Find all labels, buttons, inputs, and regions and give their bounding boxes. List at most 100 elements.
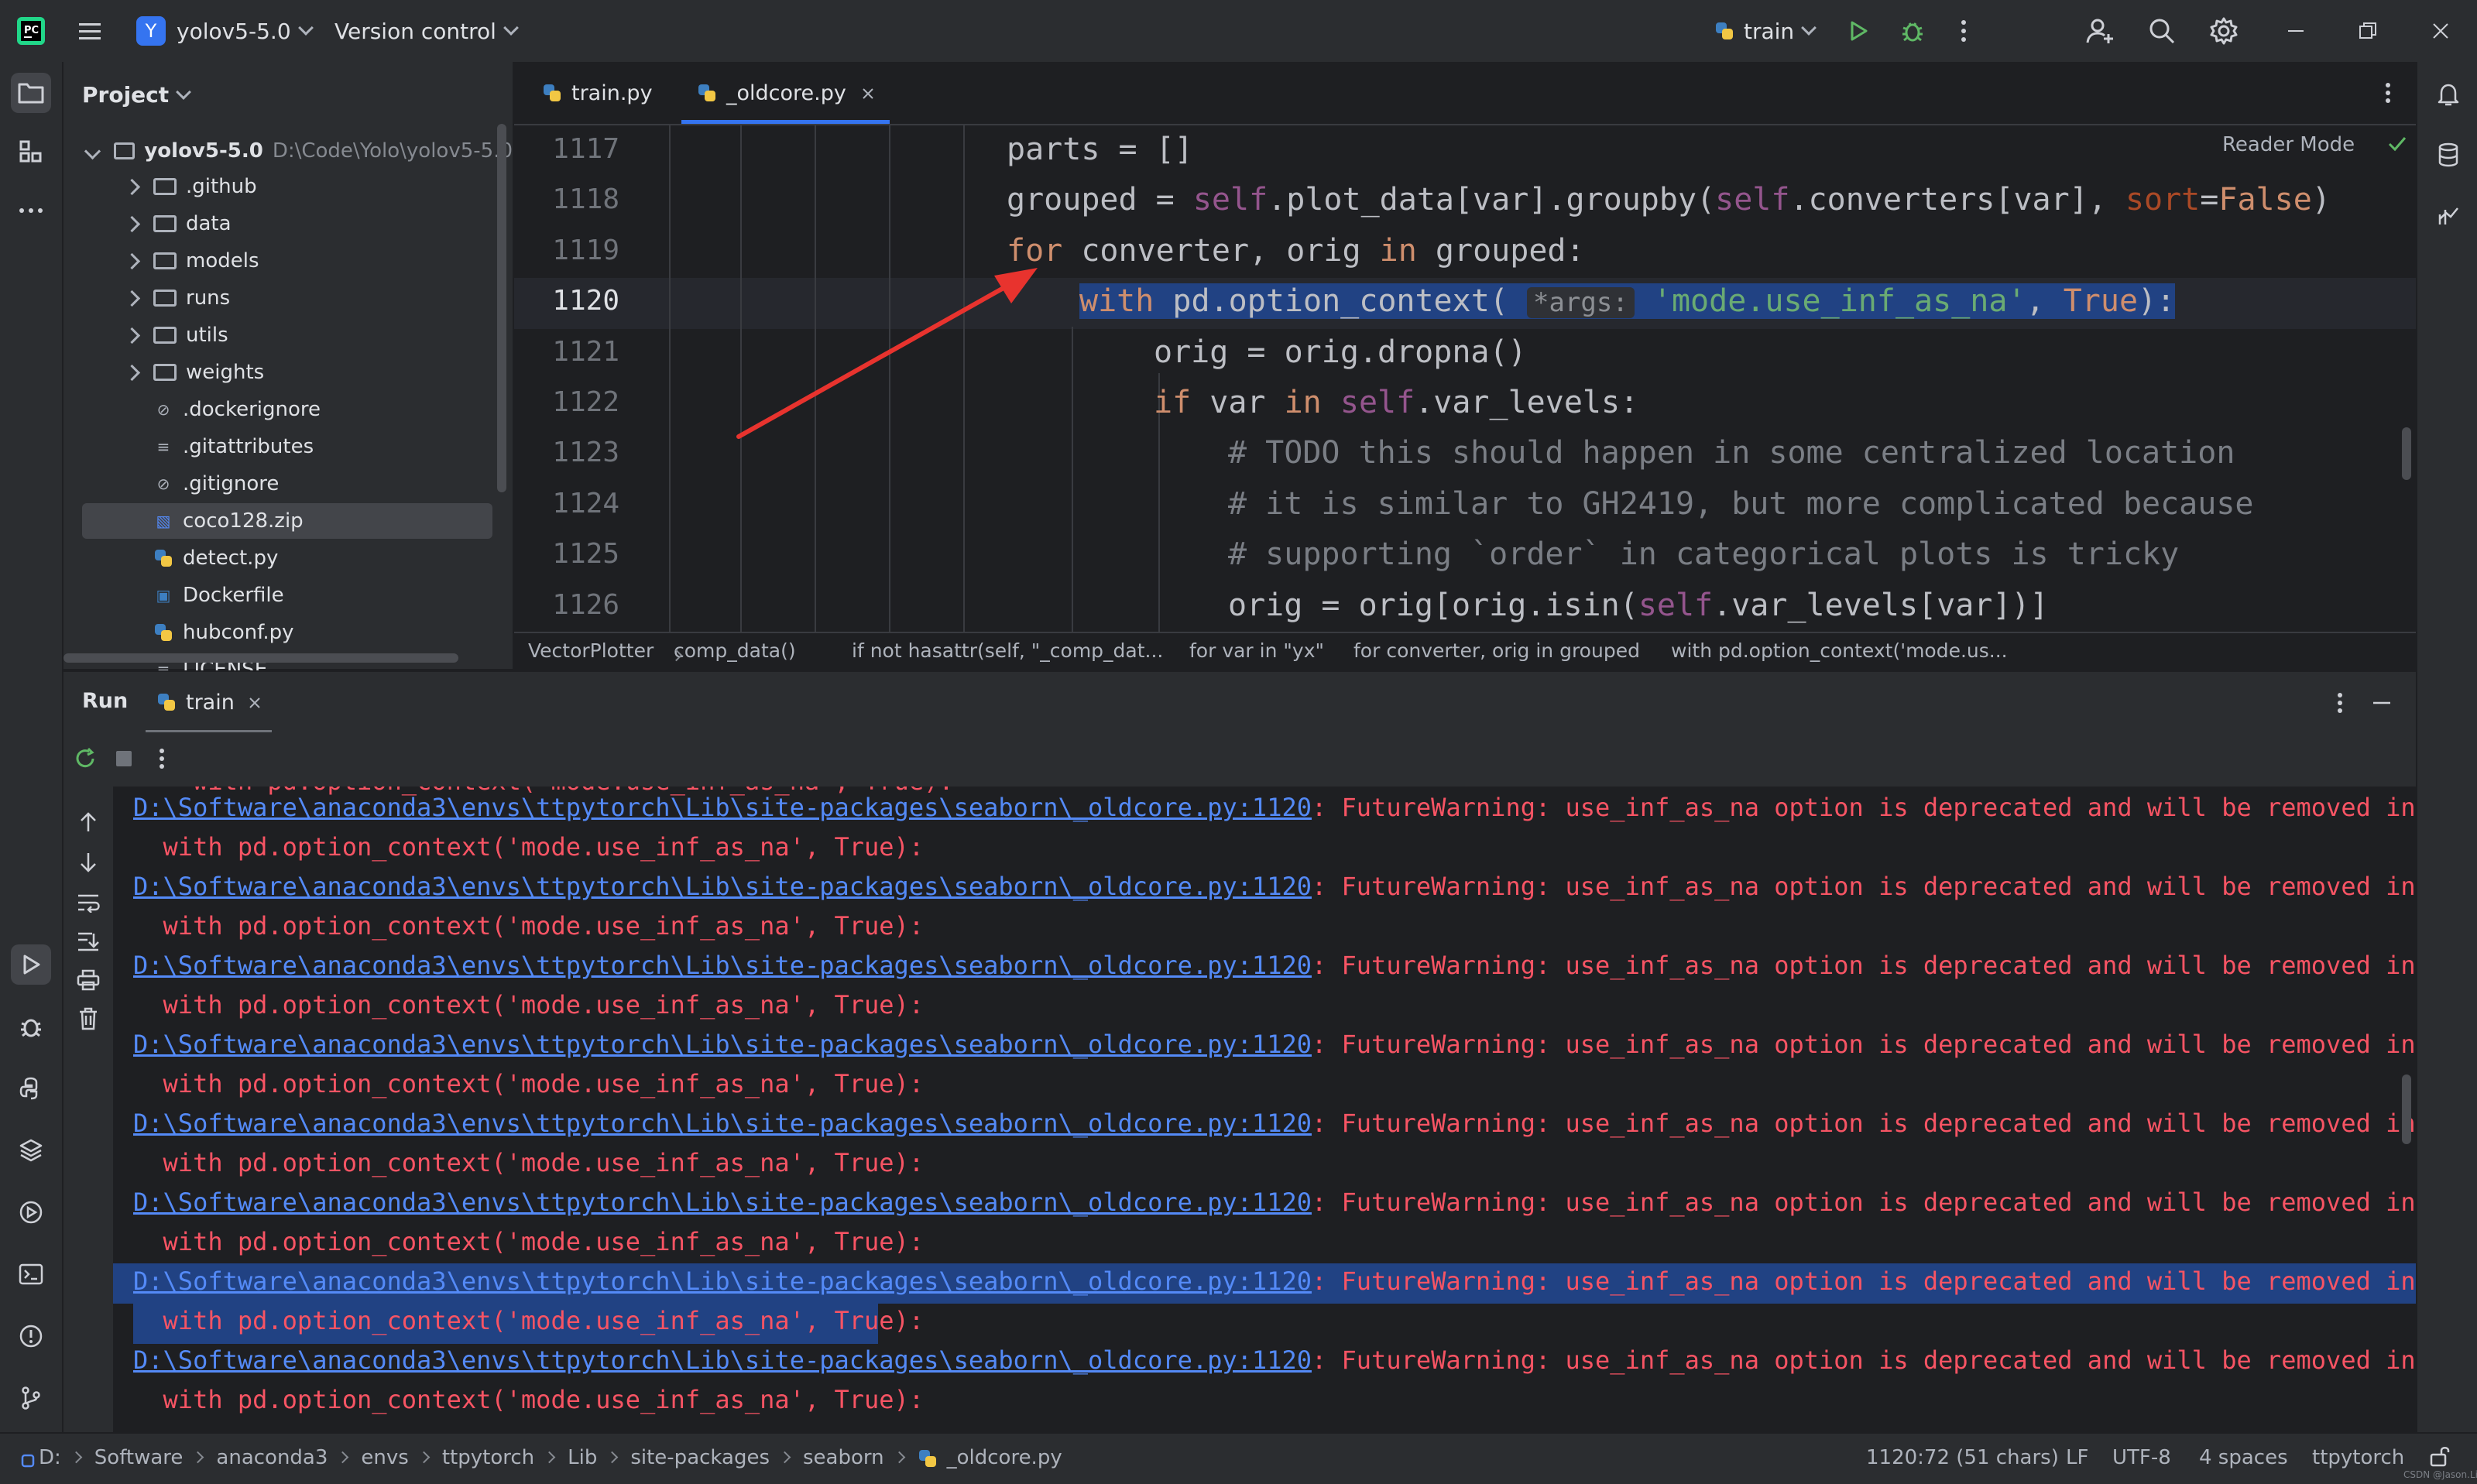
path-segment[interactable]: ttpytorch bbox=[442, 1446, 534, 1469]
pycharm-logo-icon[interactable]: PC bbox=[15, 15, 46, 46]
project-switcher[interactable]: Y yolov5-5.0 bbox=[136, 0, 314, 62]
scientific-view-icon[interactable] bbox=[2428, 195, 2468, 235]
soft-wrap-icon[interactable] bbox=[73, 887, 104, 918]
tree-item[interactable]: ⊘ .dockerignore bbox=[63, 392, 513, 427]
run-icon[interactable] bbox=[1843, 15, 1874, 46]
tree-item[interactable]: weights bbox=[63, 355, 513, 390]
breadcrumb-item[interactable]: VectorPlotter bbox=[528, 639, 654, 662]
tree-item[interactable]: hubconf.py bbox=[63, 615, 513, 650]
print-icon[interactable] bbox=[73, 965, 104, 996]
scroll-up-icon[interactable] bbox=[73, 807, 104, 838]
tree-item[interactable]: ≡ .gitattributes bbox=[63, 429, 513, 464]
debug-icon[interactable] bbox=[1897, 15, 1928, 46]
status-interpreter[interactable]: ttpytorch bbox=[2312, 1446, 2404, 1469]
run-tab-train[interactable]: train bbox=[146, 672, 272, 734]
debug-tool-icon[interactable] bbox=[11, 1006, 51, 1047]
tab-close-icon[interactable] bbox=[862, 81, 874, 105]
search-icon[interactable] bbox=[2145, 15, 2179, 46]
tree-item[interactable]: data bbox=[63, 206, 513, 242]
problems-icon[interactable] bbox=[11, 1316, 51, 1356]
vcs-menu[interactable]: Version control bbox=[334, 0, 519, 62]
file-link[interactable]: D:\Software\anaconda3\envs\ttpytorch\Lib… bbox=[133, 951, 1312, 980]
path-segment[interactable]: envs bbox=[361, 1446, 408, 1469]
tabs-more-icon[interactable] bbox=[2372, 77, 2403, 108]
tree-item[interactable]: detect.py bbox=[63, 540, 513, 576]
trash-icon[interactable] bbox=[73, 1003, 104, 1034]
project-scrollbar[interactable] bbox=[497, 124, 506, 492]
tree-item[interactable]: ▧ coco128.zip bbox=[82, 503, 492, 539]
project-hscrollbar[interactable] bbox=[63, 653, 458, 663]
chevron-right-icon[interactable] bbox=[123, 290, 141, 307]
file-link[interactable]: D:\Software\anaconda3\envs\ttpytorch\Lib… bbox=[133, 1345, 1312, 1375]
notifications-icon[interactable] bbox=[2428, 74, 2468, 115]
run-more-icon[interactable] bbox=[2324, 687, 2355, 718]
more-icon[interactable] bbox=[1948, 15, 1979, 46]
run-config-selector[interactable]: train bbox=[1714, 0, 1817, 62]
tab-train-py[interactable]: train.py bbox=[530, 62, 665, 124]
status-path[interactable]: D: Software anaconda3 envs ttpytorch Lib site-… bbox=[39, 1446, 1062, 1469]
tab-oldcore-py[interactable]: _oldcore.py bbox=[681, 62, 890, 124]
status-line-separator[interactable]: LF bbox=[2066, 1446, 2088, 1469]
structure-tool-icon[interactable] bbox=[11, 132, 51, 172]
tree-item[interactable]: ▣ Dockerfile bbox=[63, 577, 513, 613]
run-tool-icon[interactable] bbox=[11, 944, 51, 985]
path-segment[interactable]: Lib bbox=[568, 1446, 597, 1469]
hamburger-icon[interactable] bbox=[74, 15, 105, 46]
status-caret-position[interactable]: 1120:72 (51 chars) bbox=[1866, 1446, 2059, 1469]
tree-root[interactable]: yolov5-5.0 D:\Code\Yolo\yolov5-5.0 bbox=[63, 133, 513, 169]
path-segment[interactable]: site-packages bbox=[630, 1446, 770, 1469]
tree-item[interactable]: models bbox=[63, 243, 513, 279]
maximize-icon[interactable] bbox=[2352, 15, 2383, 46]
chevron-right-icon[interactable] bbox=[123, 215, 141, 233]
chevron-right-icon[interactable] bbox=[123, 327, 141, 344]
editor-scrollbar[interactable] bbox=[2402, 427, 2411, 480]
file-link[interactable]: D:\Software\anaconda3\envs\ttpytorch\Lib… bbox=[133, 872, 1312, 901]
breadcrumb-item[interactable]: for var in "yx" bbox=[1189, 639, 1324, 662]
hide-panel-icon[interactable] bbox=[2366, 687, 2397, 718]
services-icon[interactable] bbox=[11, 1192, 51, 1232]
reader-mode-button[interactable]: Reader Mode bbox=[2222, 133, 2355, 156]
path-segment[interactable]: anaconda3 bbox=[216, 1446, 328, 1469]
path-segment[interactable]: D: bbox=[39, 1446, 61, 1469]
path-segment[interactable]: Software bbox=[94, 1446, 184, 1469]
project-tool-icon[interactable] bbox=[11, 73, 51, 113]
add-user-icon[interactable] bbox=[2083, 15, 2117, 46]
file-link[interactable]: D:\Software\anaconda3\envs\ttpytorch\Lib… bbox=[133, 1030, 1312, 1059]
run-toolbar-more-icon[interactable] bbox=[150, 743, 173, 774]
chevron-right-icon[interactable] bbox=[123, 178, 141, 196]
project-panel-header[interactable]: Project bbox=[82, 82, 192, 108]
path-segment[interactable]: seaborn bbox=[803, 1446, 884, 1469]
more-tools-icon[interactable] bbox=[11, 190, 51, 231]
tree-item[interactable]: runs bbox=[63, 280, 513, 316]
file-link[interactable]: D:\Software\anaconda3\envs\ttpytorch\Lib… bbox=[133, 1266, 1312, 1296]
database-icon[interactable] bbox=[2428, 135, 2468, 175]
tree-item[interactable]: ⊘ .gitignore bbox=[63, 466, 513, 502]
status-encoding[interactable]: UTF-8 bbox=[2112, 1446, 2171, 1469]
breadcrumb-item[interactable]: with pd.option_context('mode.us... bbox=[1671, 639, 2008, 662]
breadcrumb-item[interactable]: for converter, orig in grouped bbox=[1353, 639, 1640, 662]
file-link[interactable]: D:\Software\anaconda3\envs\ttpytorch\Lib… bbox=[133, 1188, 1312, 1217]
console-output[interactable]: with pd.option_context('mode.use_inf_as_… bbox=[113, 787, 2416, 1432]
chevron-right-icon[interactable] bbox=[123, 252, 141, 270]
git-icon[interactable] bbox=[11, 1378, 51, 1418]
python-packages-icon[interactable] bbox=[11, 1130, 51, 1170]
scroll-to-end-icon[interactable] bbox=[73, 926, 104, 957]
console-scrollbar[interactable] bbox=[2402, 1074, 2411, 1144]
breadcrumb-item[interactable]: if not hasattr(self, "_comp_dat... bbox=[852, 639, 1163, 662]
rerun-icon[interactable] bbox=[70, 743, 101, 774]
gear-icon[interactable] bbox=[2207, 15, 2241, 46]
python-console-icon[interactable] bbox=[11, 1068, 51, 1109]
tree-item[interactable]: utils bbox=[63, 317, 513, 353]
close-icon[interactable] bbox=[2425, 15, 2456, 46]
file-link[interactable]: D:\Software\anaconda3\envs\ttpytorch\Lib… bbox=[133, 1109, 1312, 1138]
run-tab-close-icon[interactable] bbox=[249, 691, 261, 715]
file-link[interactable]: D:\Software\anaconda3\envs\ttpytorch\Lib… bbox=[133, 793, 1312, 822]
minimize-icon[interactable] bbox=[2280, 15, 2311, 46]
terminal-icon[interactable] bbox=[11, 1254, 51, 1294]
code-editor[interactable]: 1117 parts = [] 1118 grouped = self.plot_da… bbox=[514, 125, 2416, 632]
stop-icon[interactable] bbox=[108, 743, 139, 774]
path-segment[interactable]: _oldcore.py bbox=[947, 1446, 1062, 1469]
tree-item[interactable]: .github bbox=[63, 169, 513, 204]
chevron-right-icon[interactable] bbox=[123, 364, 141, 382]
status-indent[interactable]: 4 spaces bbox=[2199, 1446, 2288, 1469]
